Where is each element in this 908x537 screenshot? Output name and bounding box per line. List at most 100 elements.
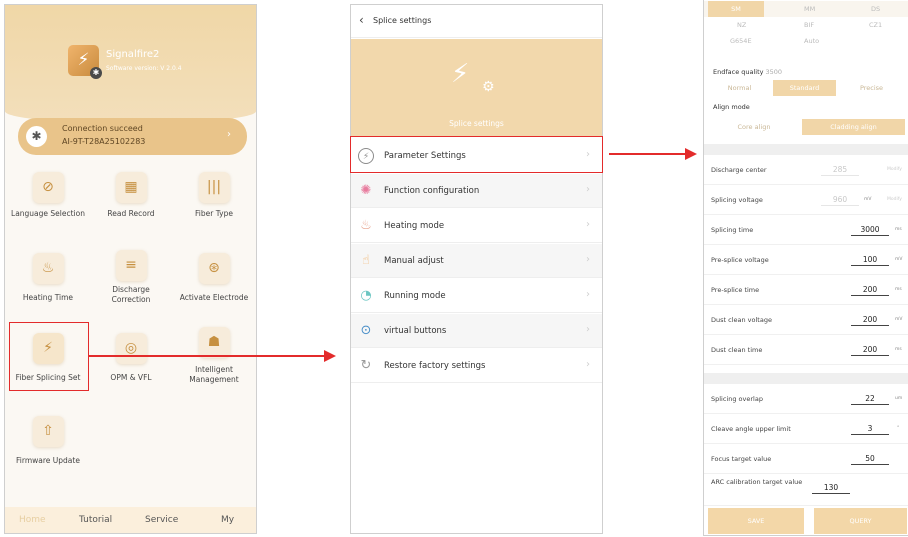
param-value-input[interactable]: 285 — [821, 165, 859, 176]
grid-item-label: Activate Electrode — [179, 293, 249, 302]
param-row-cleave-angle: Cleave angle upper limit 3 ° — [704, 414, 908, 444]
grid-item-label: Heating Time — [22, 293, 74, 302]
parameter-settings-screen: SM MM DS NZ BIF CZ1 G654E Auto Endface q… — [703, 0, 908, 536]
save-button[interactable]: SAVE — [708, 508, 804, 534]
align-cladding[interactable]: Cladding align — [802, 119, 905, 135]
fiber-option-bif[interactable]: BIF — [804, 21, 814, 29]
back-arrow-icon[interactable]: ‹ — [359, 13, 364, 27]
modify-link[interactable]: Modify — [887, 167, 902, 172]
hero-label: Splice settings — [449, 119, 504, 128]
fiber-option-g654e[interactable]: G654E — [730, 37, 752, 45]
grid-item-firmware-update[interactable]: ⇧ Firmware Update — [7, 416, 89, 466]
menu-item-heating-mode[interactable]: ♨ Heating mode › — [351, 209, 602, 243]
menu-item-label: Running mode — [384, 291, 446, 301]
quality-precise[interactable]: Precise — [838, 80, 905, 96]
chevron-right-icon: › — [586, 359, 590, 370]
param-row-arc-calibration: ARC calibration target value 130 — [704, 474, 908, 506]
language-icon: ⊘ — [32, 172, 64, 203]
grid-item-fiber-type[interactable]: ||| Fiber Type — [173, 172, 255, 219]
fiber-type-icon: ||| — [198, 172, 230, 203]
param-row-pre-splice-time: Pre-splice time 200 ms — [704, 275, 908, 305]
param-label: Splicing time — [711, 226, 754, 234]
grid-item-opm-vfl[interactable]: ◎ OPM & VFL — [90, 333, 172, 383]
param-unit: um — [895, 396, 903, 401]
bluetooth-badge-icon: ✱ — [90, 67, 102, 79]
fiber-option-ds[interactable]: DS — [871, 5, 880, 13]
heating-icon: ♨ — [32, 253, 64, 284]
nav-tutorial[interactable]: Tutorial — [79, 515, 112, 525]
fiber-option-cz1[interactable]: CZ1 — [869, 21, 882, 29]
quality-standard[interactable]: Standard — [773, 80, 836, 96]
heating-mode-icon: ♨ — [360, 218, 372, 233]
chevron-right-icon: › — [586, 324, 590, 335]
grid-item-read-record[interactable]: ▦ Read Record — [90, 172, 172, 219]
discharge-icon: ≡ — [115, 250, 147, 281]
arrow-head — [685, 148, 697, 160]
param-value-input[interactable]: 960 — [821, 195, 859, 206]
menu-item-manual-adjust[interactable]: ☝ Manual adjust › — [351, 244, 602, 278]
param-unit: ms — [895, 227, 902, 232]
connection-bar[interactable]: ✱ Connection succeed AI-9T-T28A25102283 … — [18, 118, 247, 155]
quality-options: Normal Standard Precise — [704, 80, 908, 96]
modify-link[interactable]: Modify — [887, 197, 902, 202]
menu-item-function-configuration[interactable]: ✺ Function configuration › — [351, 174, 602, 208]
fiber-option-mm[interactable]: MM — [804, 5, 815, 13]
param-value-input[interactable]: 200 — [851, 345, 889, 356]
param-label: Pre-splice time — [711, 286, 760, 294]
align-core[interactable]: Core align — [708, 119, 800, 135]
nav-service[interactable]: Service — [145, 515, 178, 525]
home-header — [5, 5, 256, 123]
highlight-box-parameter-settings — [350, 136, 603, 173]
align-mode-label: Align mode — [713, 103, 750, 111]
param-value-input[interactable]: 3 — [851, 424, 889, 435]
align-options: Core align Cladding align — [704, 119, 908, 135]
record-icon: ▦ — [115, 172, 147, 203]
menu-item-label: Heating mode — [384, 221, 445, 231]
grid-item-label: OPM & VFL — [110, 373, 152, 382]
param-label: Dust clean time — [711, 346, 763, 354]
device-id: AI-9T-T28A25102283 — [62, 137, 146, 146]
param-label: Focus target value — [711, 455, 772, 463]
fiber-option-sm[interactable]: SM — [708, 1, 764, 17]
splice-lightning-icon: ⚡ — [451, 59, 470, 89]
grid-item-label: Fiber Type — [195, 209, 233, 218]
chevron-right-icon: › — [227, 129, 231, 140]
param-value-input[interactable]: 130 — [812, 483, 850, 494]
param-unit: mV — [895, 257, 903, 262]
arrow-connector — [609, 153, 687, 155]
top-bar: ‹ Splice settings — [351, 5, 602, 38]
grid-item-discharge-correction[interactable]: ≡ Discharge Correction — [90, 250, 172, 305]
param-row-dust-clean-time: Dust clean time 200 ms — [704, 335, 908, 365]
param-label: Pre-splice voltage — [711, 256, 769, 264]
menu-item-running-mode[interactable]: ◔ Running mode › — [351, 279, 602, 313]
param-row-splicing-overlap: Splicing overlap 22 um — [704, 384, 908, 414]
arrow-head — [324, 350, 336, 362]
section-divider — [704, 144, 908, 155]
param-value-input[interactable]: 100 — [851, 255, 889, 266]
param-row-focus-target: Focus target value 50 — [704, 444, 908, 474]
nav-home[interactable]: Home — [19, 515, 46, 525]
chevron-right-icon: › — [586, 289, 590, 300]
grid-item-activate-electrode[interactable]: ⊛ Activate Electrode — [173, 253, 255, 303]
quality-normal[interactable]: Normal — [708, 80, 771, 96]
grid-item-language-selection[interactable]: ⊘ Language Selection — [7, 172, 89, 219]
menu-item-virtual-buttons[interactable]: ⊙ virtual buttons › — [351, 314, 602, 348]
fiber-option-nz[interactable]: NZ — [737, 21, 746, 29]
param-unit: ms — [895, 347, 902, 352]
param-value-input[interactable]: 200 — [851, 285, 889, 296]
param-value-input[interactable]: 50 — [851, 454, 889, 465]
param-value-input[interactable]: 3000 — [851, 225, 889, 236]
splice-hero: ⚡ ⚙ Splice settings — [351, 39, 602, 137]
fiber-option-auto[interactable]: Auto — [804, 37, 819, 45]
grid-item-heating-time[interactable]: ♨ Heating Time — [7, 253, 89, 303]
param-label: Cleave angle upper limit — [711, 425, 791, 433]
param-value-input[interactable]: 200 — [851, 315, 889, 326]
nav-my[interactable]: My — [221, 515, 234, 525]
menu-item-restore-factory-settings[interactable]: ↻ Restore factory settings › — [351, 349, 602, 383]
param-row-discharge-center: Discharge center 285 Modify — [704, 155, 908, 185]
query-button[interactable]: QUERY — [814, 508, 907, 534]
param-row-pre-splice-voltage: Pre-splice voltage 100 mV — [704, 245, 908, 275]
param-value-input[interactable]: 22 — [851, 394, 889, 405]
menu-item-label: Function configuration — [384, 186, 480, 196]
grid-item-label: Intelligent Management — [189, 365, 239, 384]
